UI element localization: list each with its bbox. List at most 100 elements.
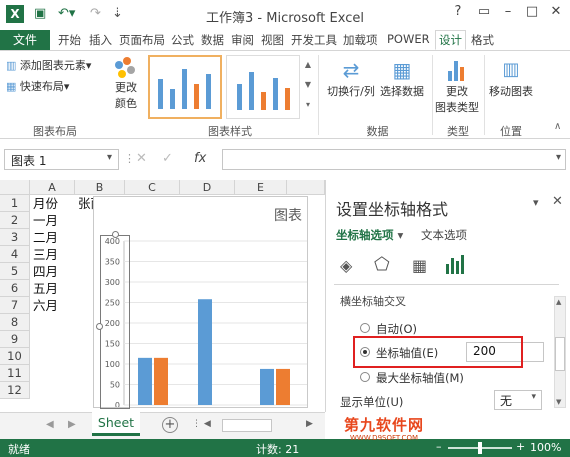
zoom-slider-thumb[interactable]: [478, 442, 482, 454]
pane-dropdown-icon[interactable]: ▾: [533, 196, 539, 209]
chart-bar[interactable]: [138, 357, 152, 405]
style-scroll-arrows[interactable]: ▲ ▼ ▾: [302, 55, 314, 119]
cell-a6[interactable]: 五月: [33, 280, 58, 297]
tab-data[interactable]: 数据: [198, 32, 227, 49]
axis-handle-top[interactable]: [112, 231, 119, 238]
tab-addins[interactable]: 加载项: [340, 32, 381, 49]
column-header-a[interactable]: A: [30, 180, 75, 195]
confirm-formula-icon[interactable]: ✓: [162, 151, 173, 166]
chart-bar[interactable]: [198, 299, 212, 405]
row-header-1[interactable]: 1: [0, 195, 30, 212]
row-header-12[interactable]: 12: [0, 382, 30, 399]
row-header-6[interactable]: 6: [0, 280, 30, 297]
window-title: 工作簿3 - Microsoft Excel: [206, 11, 364, 26]
switch-row-col-button[interactable]: ⇄ 切换行/列: [326, 57, 376, 99]
row-header-8[interactable]: 8: [0, 314, 30, 331]
row-header-9[interactable]: 9: [0, 331, 30, 348]
row-header-3[interactable]: 3: [0, 229, 30, 246]
tab-design[interactable]: 设计: [435, 30, 466, 50]
tab-view[interactable]: 视图: [258, 32, 287, 49]
close-button[interactable]: ✕: [544, 4, 568, 24]
cell-a1[interactable]: 月份: [33, 195, 58, 212]
formula-expand-icon[interactable]: ▾: [556, 152, 561, 163]
cell-a7[interactable]: 六月: [33, 297, 58, 314]
select-data-label: 选择数据: [380, 85, 424, 98]
ribbon-display-icon[interactable]: ▭: [472, 4, 496, 24]
help-button[interactable]: ?: [446, 4, 470, 24]
tab-review[interactable]: 审阅: [228, 32, 257, 49]
chart-style-2[interactable]: [226, 55, 300, 119]
tab-developer[interactable]: 开发工具: [288, 32, 340, 49]
maximize-button[interactable]: □: [520, 4, 544, 24]
tab-insert[interactable]: 插入: [86, 32, 115, 49]
customize-qat-icon[interactable]: ⇣: [112, 6, 123, 21]
column-header-c[interactable]: C: [125, 180, 180, 195]
change-chart-type-button[interactable]: 更改 图表类型: [434, 57, 480, 115]
tab-axis-options[interactable]: 坐标轴选项 ▾: [336, 227, 403, 243]
undo-icon[interactable]: ↶▾: [58, 6, 75, 21]
tab-file[interactable]: 文件: [0, 30, 50, 50]
column-header-e[interactable]: E: [235, 180, 287, 195]
display-units-select[interactable]: 无 ▾: [494, 390, 542, 410]
y-axis-selection-box[interactable]: [100, 235, 130, 409]
row-header-4[interactable]: 4: [0, 246, 30, 263]
effects-icon[interactable]: ⬠: [374, 254, 390, 275]
add-sheet-button[interactable]: +: [162, 417, 178, 433]
tab-home[interactable]: 开始: [55, 32, 84, 49]
tab-page-layout[interactable]: 页面布局: [116, 32, 168, 49]
name-box[interactable]: 图表 1 ▾: [4, 149, 119, 170]
row-header-11[interactable]: 11: [0, 365, 30, 382]
sheet-tab[interactable]: Sheet: [92, 412, 140, 436]
move-chart-button[interactable]: ▥ 移动图表: [488, 57, 534, 99]
hscroll-right-icon[interactable]: ▶: [306, 419, 313, 429]
add-chart-element-button[interactable]: ▥ 添加图表元素▾: [6, 57, 91, 73]
quick-layout-button[interactable]: ▦ 快速布局▾: [6, 78, 69, 94]
zoom-slider[interactable]: [448, 442, 512, 454]
cell-a3[interactable]: 二月: [33, 229, 58, 246]
chart-bar[interactable]: [154, 357, 168, 405]
column-header-f[interactable]: [287, 180, 325, 195]
row-header-10[interactable]: 10: [0, 348, 30, 365]
change-colors-button[interactable]: 更改 颜色: [108, 57, 144, 111]
radio-auto[interactable]: [360, 323, 370, 333]
minimize-button[interactable]: –: [496, 4, 520, 24]
hscroll-thumb[interactable]: [222, 419, 272, 432]
fill-line-icon[interactable]: ◈: [340, 256, 352, 275]
row-header-7[interactable]: 7: [0, 297, 30, 314]
next-sheet-icon[interactable]: ▶: [68, 419, 76, 430]
axis-handle-left[interactable]: [96, 323, 103, 330]
row-header-5[interactable]: 5: [0, 263, 30, 280]
pane-close-button[interactable]: ✕: [552, 194, 563, 209]
axis-options-icon[interactable]: [446, 254, 464, 274]
column-header-b[interactable]: B: [75, 180, 125, 195]
redo-icon[interactable]: ↷: [90, 6, 101, 21]
select-data-button[interactable]: ▦ 选择数据: [378, 57, 426, 99]
save-icon[interactable]: ▣: [34, 6, 46, 21]
formula-input[interactable]: [222, 149, 566, 170]
chart-bar[interactable]: [260, 368, 274, 405]
chart-style-1[interactable]: [148, 55, 222, 119]
column-header-d[interactable]: D: [180, 180, 235, 195]
pane-scrollbar[interactable]: ▲ ▼: [554, 296, 566, 408]
chart-bar[interactable]: [276, 368, 290, 405]
cell-a4[interactable]: 三月: [33, 246, 58, 263]
hscroll-left-icon[interactable]: ⋮ ◀: [192, 419, 211, 429]
cell-a5[interactable]: 四月: [33, 263, 58, 280]
row-header-2[interactable]: 2: [0, 212, 30, 229]
insert-function-button[interactable]: fx: [194, 151, 206, 166]
chart-area[interactable]: 图表 400 350 300 250 200 150 100 50 0: [93, 196, 308, 409]
tab-text-options[interactable]: 文本选项: [421, 227, 467, 243]
cell-a2[interactable]: 一月: [33, 212, 58, 229]
collapse-ribbon-icon[interactable]: ∧: [554, 121, 561, 132]
select-all-corner[interactable]: [0, 180, 30, 195]
tab-formulas[interactable]: 公式: [168, 32, 197, 49]
cell-b1[interactable]: 张丽: [78, 195, 93, 212]
radio-max-value[interactable]: [360, 372, 370, 382]
name-box-dropdown-icon[interactable]: ▾: [107, 152, 112, 163]
zoom-in-icon[interactable]: +: [516, 440, 525, 453]
tab-format[interactable]: 格式: [468, 32, 497, 49]
size-properties-icon[interactable]: ▦: [412, 256, 427, 275]
tab-power[interactable]: POWER: [384, 32, 433, 49]
prev-sheet-icon[interactable]: ◀: [46, 419, 54, 430]
cancel-formula-icon[interactable]: ✕: [136, 151, 147, 166]
